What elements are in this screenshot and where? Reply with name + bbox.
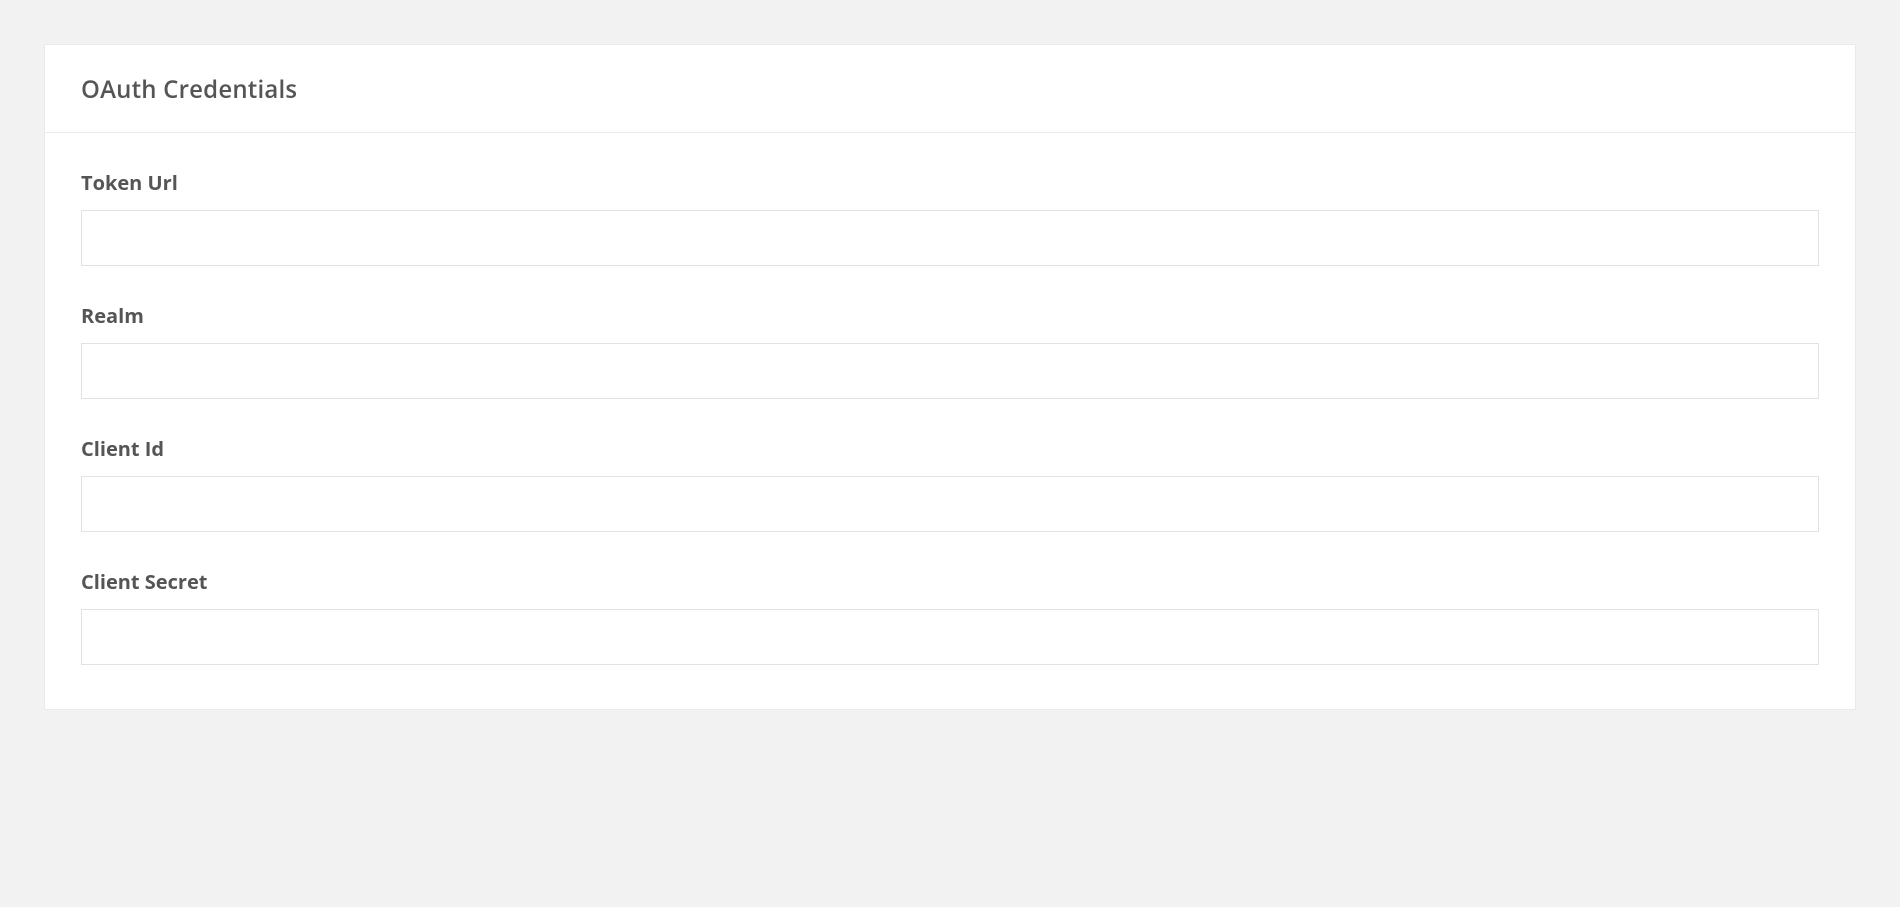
realm-label: Realm — [81, 302, 1819, 329]
client-id-input[interactable] — [81, 476, 1819, 532]
card-header: OAuth Credentials — [45, 45, 1855, 133]
client-id-group: Client Id — [81, 435, 1819, 532]
oauth-credentials-card: OAuth Credentials Token Url Realm Client… — [44, 44, 1856, 710]
card-title: OAuth Credentials — [81, 73, 1819, 106]
realm-group: Realm — [81, 302, 1819, 399]
client-secret-label: Client Secret — [81, 568, 1819, 595]
realm-input[interactable] — [81, 343, 1819, 399]
token-url-group: Token Url — [81, 169, 1819, 266]
card-body: Token Url Realm Client Id Client Secret — [45, 133, 1855, 709]
token-url-input[interactable] — [81, 210, 1819, 266]
token-url-label: Token Url — [81, 169, 1819, 196]
client-secret-input[interactable] — [81, 609, 1819, 665]
client-secret-group: Client Secret — [81, 568, 1819, 665]
client-id-label: Client Id — [81, 435, 1819, 462]
